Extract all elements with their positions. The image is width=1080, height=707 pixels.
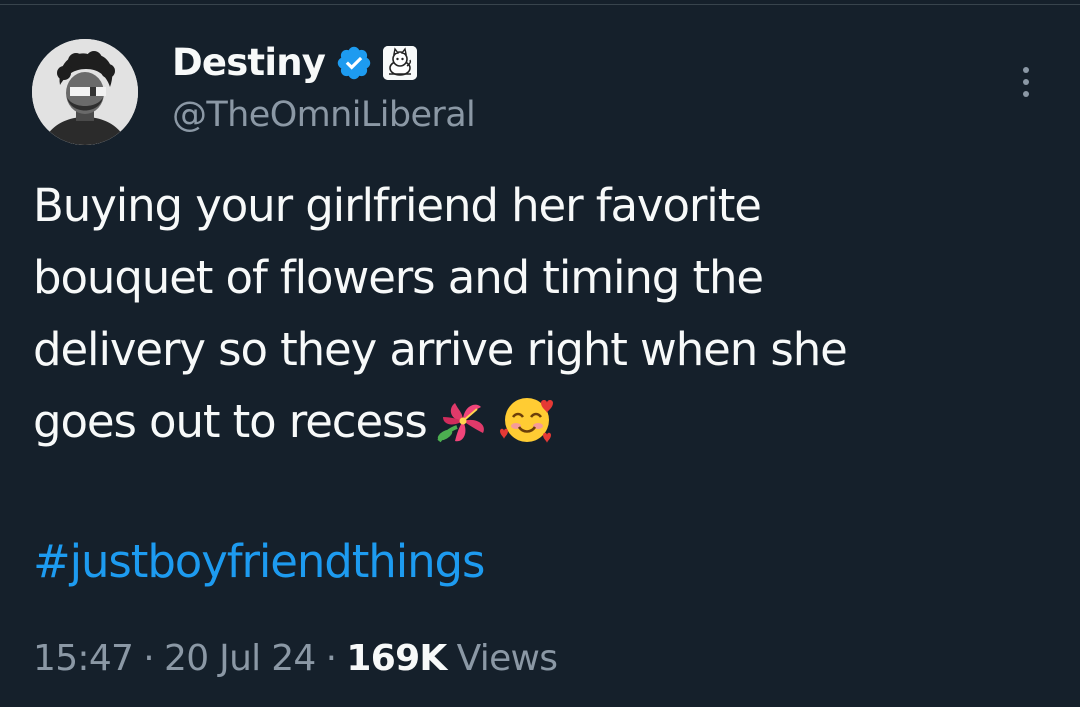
more-options-icon: [1023, 67, 1029, 73]
verified-badge-icon[interactable]: [335, 44, 373, 82]
tweet-text-line: goes out to recess: [33, 395, 428, 448]
meta-separator: ·: [325, 637, 337, 679]
tweet-text-line: delivery so they arrive right when she: [33, 323, 848, 376]
display-name[interactable]: Destiny: [172, 40, 326, 86]
avatar[interactable]: [32, 39, 138, 145]
affiliate-badge-icon[interactable]: [383, 46, 418, 80]
more-options-icon-dot: [1023, 91, 1029, 97]
tweet-time[interactable]: 15:47: [33, 638, 134, 679]
top-divider: [0, 0, 1080, 5]
tweet-meta: 15:47 · 20 Jul 24 · 169K Views: [33, 630, 558, 686]
tweet-text: Buying your girlfriend her favorite bouq…: [33, 170, 1053, 466]
tweet-text-line-with-emojis: goes out to recess: [33, 386, 1053, 466]
smiling-face-with-hearts-emoji-icon: [497, 393, 557, 466]
avatar-image: [32, 39, 138, 145]
meta-separator: ·: [143, 637, 154, 679]
author-name-row: Destiny: [172, 40, 418, 86]
tweet-text-line: bouquet of flowers and timing the: [33, 251, 764, 304]
views-count[interactable]: 169K: [346, 638, 447, 679]
tweet-date[interactable]: 20 Jul 24: [164, 638, 316, 679]
more-options-icon-dot: [1023, 79, 1029, 85]
author-handle[interactable]: @TheOmniLiberal: [172, 92, 476, 138]
hashtag-link[interactable]: #justboyfriendthings: [33, 526, 485, 598]
hibiscus-emoji-icon: [433, 394, 491, 466]
tweet-text-line: Buying your girlfriend her favorite: [33, 179, 762, 232]
views-label[interactable]: Views: [457, 638, 558, 679]
more-options-button[interactable]: [1008, 60, 1044, 104]
